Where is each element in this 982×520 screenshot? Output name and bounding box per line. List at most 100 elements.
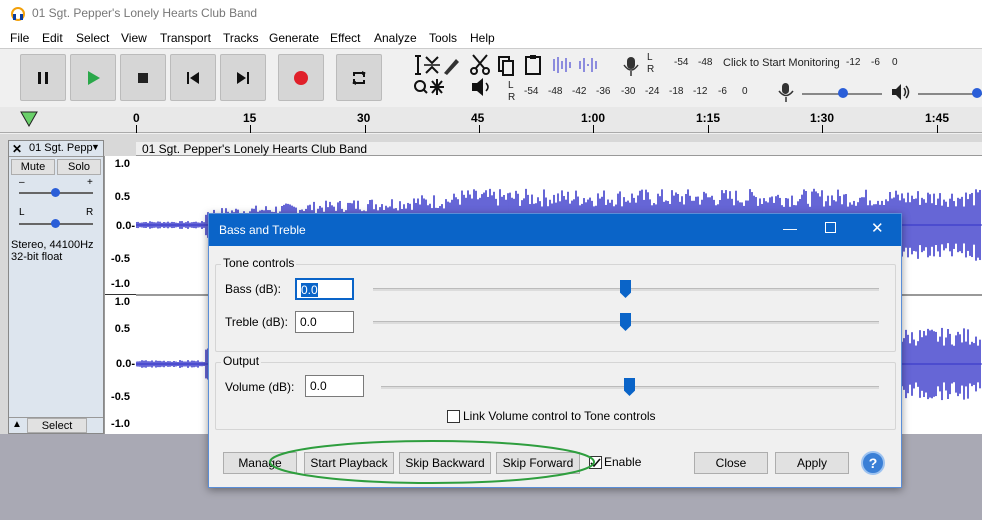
record-meter-tick: 0 bbox=[892, 57, 898, 68]
playback-meter-r: R bbox=[508, 92, 516, 103]
mute-button[interactable]: Mute bbox=[11, 159, 55, 175]
skip-to-start-icon bbox=[187, 71, 199, 84]
gain-slider-thumb[interactable] bbox=[51, 188, 60, 197]
playback-meter-tick: -6 bbox=[718, 86, 727, 97]
apply-button[interactable]: Apply bbox=[775, 452, 849, 474]
record-meter-r: R bbox=[647, 64, 655, 75]
playback-meter-tick: -48 bbox=[548, 86, 563, 97]
scale-label: -1.0 bbox=[111, 278, 130, 290]
loop-button[interactable] bbox=[336, 54, 382, 101]
skip-to-start-button[interactable] bbox=[170, 54, 216, 101]
treble-input[interactable]: 0.0 bbox=[295, 311, 354, 333]
playback-meter-tick: -18 bbox=[669, 86, 684, 97]
menu-transport[interactable]: Transport bbox=[160, 31, 211, 45]
manage-button[interactable]: Manage bbox=[223, 452, 297, 474]
stop-button[interactable] bbox=[120, 54, 166, 101]
amplitude-scale: 1.0 0.5 0.0- -0.5 -1.0 1.0 0.5 0.0- -0.5… bbox=[104, 156, 136, 434]
menu-help[interactable]: Help bbox=[470, 31, 495, 45]
menu-effect[interactable]: Effect bbox=[330, 31, 360, 45]
menu-edit[interactable]: Edit bbox=[42, 31, 63, 45]
close-button[interactable]: Close bbox=[694, 452, 768, 474]
menu-view[interactable]: View bbox=[121, 31, 147, 45]
select-track-button[interactable]: Select bbox=[27, 418, 87, 433]
record-meter-l: L bbox=[647, 52, 653, 63]
paste-icon bbox=[525, 55, 541, 75]
bass-treble-dialog: Bass and Treble — ✕ Tone controls Bass (… bbox=[208, 213, 902, 488]
playback-meter-tick: 0 bbox=[742, 86, 748, 97]
track-name-menu[interactable]: 01 Sgt. Pepp bbox=[29, 142, 93, 154]
menu-file[interactable]: File bbox=[10, 31, 29, 45]
ruler-label: 45 bbox=[471, 111, 485, 125]
scale-label: -1.0 bbox=[111, 418, 130, 430]
playback-meter-tick: -42 bbox=[572, 86, 587, 97]
start-monitoring-button[interactable]: Click to Start Monitoring bbox=[723, 57, 840, 69]
help-button[interactable]: ? bbox=[861, 451, 885, 475]
skip-backward-button[interactable]: Skip Backward bbox=[399, 452, 491, 474]
playback-volume-icon bbox=[892, 84, 910, 100]
gain-minus-label: – bbox=[19, 177, 25, 188]
link-volume-label: Link Volume control to Tone controls bbox=[463, 409, 656, 423]
help-icon: ? bbox=[868, 455, 878, 471]
playback-volume-thumb[interactable] bbox=[972, 88, 982, 98]
cut-icon bbox=[470, 54, 490, 75]
menu-analyze[interactable]: Analyze bbox=[374, 31, 417, 45]
start-playback-button[interactable]: Start Playback bbox=[304, 452, 394, 474]
pause-button[interactable] bbox=[20, 54, 66, 101]
volume-label: Volume (dB): bbox=[225, 380, 295, 394]
clip-name[interactable]: 01 Sgt. Pepper's Lonely Hearts Club Band bbox=[136, 142, 982, 156]
multi-tool-icon bbox=[430, 79, 444, 95]
copy-icon bbox=[498, 56, 514, 76]
gain-plus-label: + bbox=[87, 177, 93, 188]
skip-to-end-button[interactable] bbox=[220, 54, 266, 101]
playback-meter-l: L bbox=[508, 80, 514, 91]
volume-input[interactable]: 0.0 bbox=[305, 375, 364, 397]
skip-to-end-icon bbox=[237, 71, 249, 84]
solo-button[interactable]: Solo bbox=[57, 159, 101, 175]
timeline-pin-icon[interactable] bbox=[20, 111, 38, 127]
timeline-ruler[interactable]: 0 15 30 45 1:00 1:15 1:30 1:45 bbox=[0, 107, 982, 133]
ruler-label: 30 bbox=[357, 111, 371, 125]
play-icon bbox=[88, 70, 100, 85]
close-icon[interactable]: ✕ bbox=[871, 219, 884, 237]
recording-volume-thumb[interactable] bbox=[838, 88, 848, 98]
toolbar: L R -54 -48 Click to Start Monitoring -1… bbox=[0, 48, 982, 107]
enable-label: Enable bbox=[604, 455, 642, 469]
ruler-label: 15 bbox=[243, 111, 257, 125]
scale-label: 1.0 bbox=[114, 296, 130, 308]
collapse-track-icon[interactable]: ▲ bbox=[12, 419, 22, 430]
trim-icon bbox=[553, 57, 571, 73]
stop-icon bbox=[138, 72, 148, 83]
record-button[interactable] bbox=[278, 54, 324, 101]
bass-input[interactable]: 0.0 bbox=[295, 278, 354, 300]
track-close-icon[interactable]: ✕ bbox=[12, 142, 22, 156]
tools-panel[interactable] bbox=[412, 53, 462, 101]
play-button[interactable] bbox=[70, 54, 116, 101]
menu-tracks[interactable]: Tracks bbox=[223, 31, 259, 45]
playback-meter-tick: -12 bbox=[693, 86, 708, 97]
track-menu-chevron-icon[interactable]: ▼ bbox=[91, 142, 100, 152]
window-titlebar: 01 Sgt. Pepper's Lonely Hearts Club Band bbox=[0, 0, 982, 28]
scale-label: 0.0- bbox=[116, 220, 135, 232]
output-label: Output bbox=[221, 354, 262, 368]
skip-forward-button[interactable]: Skip Forward bbox=[496, 452, 580, 474]
menu-generate[interactable]: Generate bbox=[269, 31, 319, 45]
link-volume-checkbox[interactable] bbox=[447, 410, 460, 423]
menu-tools[interactable]: Tools bbox=[429, 31, 457, 45]
record-meter-tick: -12 bbox=[846, 57, 861, 68]
maximize-icon[interactable] bbox=[825, 222, 836, 233]
pan-slider-thumb[interactable] bbox=[51, 219, 60, 228]
record-meter-tick: -6 bbox=[871, 57, 880, 68]
menu-select[interactable]: Select bbox=[76, 31, 109, 45]
track-format-info: Stereo, 44100Hz bbox=[11, 239, 94, 251]
menu-bar: File Edit Select View Transport Tracks G… bbox=[0, 28, 982, 48]
enable-checkbox[interactable] bbox=[589, 456, 602, 469]
microphone-icon[interactable] bbox=[620, 55, 642, 77]
ruler-label: 0 bbox=[133, 111, 140, 125]
bass-label: Bass (dB): bbox=[225, 282, 282, 296]
audacity-logo-icon bbox=[11, 7, 25, 21]
bass-value: 0.0 bbox=[301, 283, 318, 297]
track-control-panel: ✕ 01 Sgt. Pepp ▼ Mute Solo – + L R Stere… bbox=[8, 140, 104, 434]
minimize-icon[interactable]: — bbox=[783, 220, 797, 236]
playback-meter-tick: -54 bbox=[524, 86, 539, 97]
checkmark-icon bbox=[590, 458, 601, 468]
